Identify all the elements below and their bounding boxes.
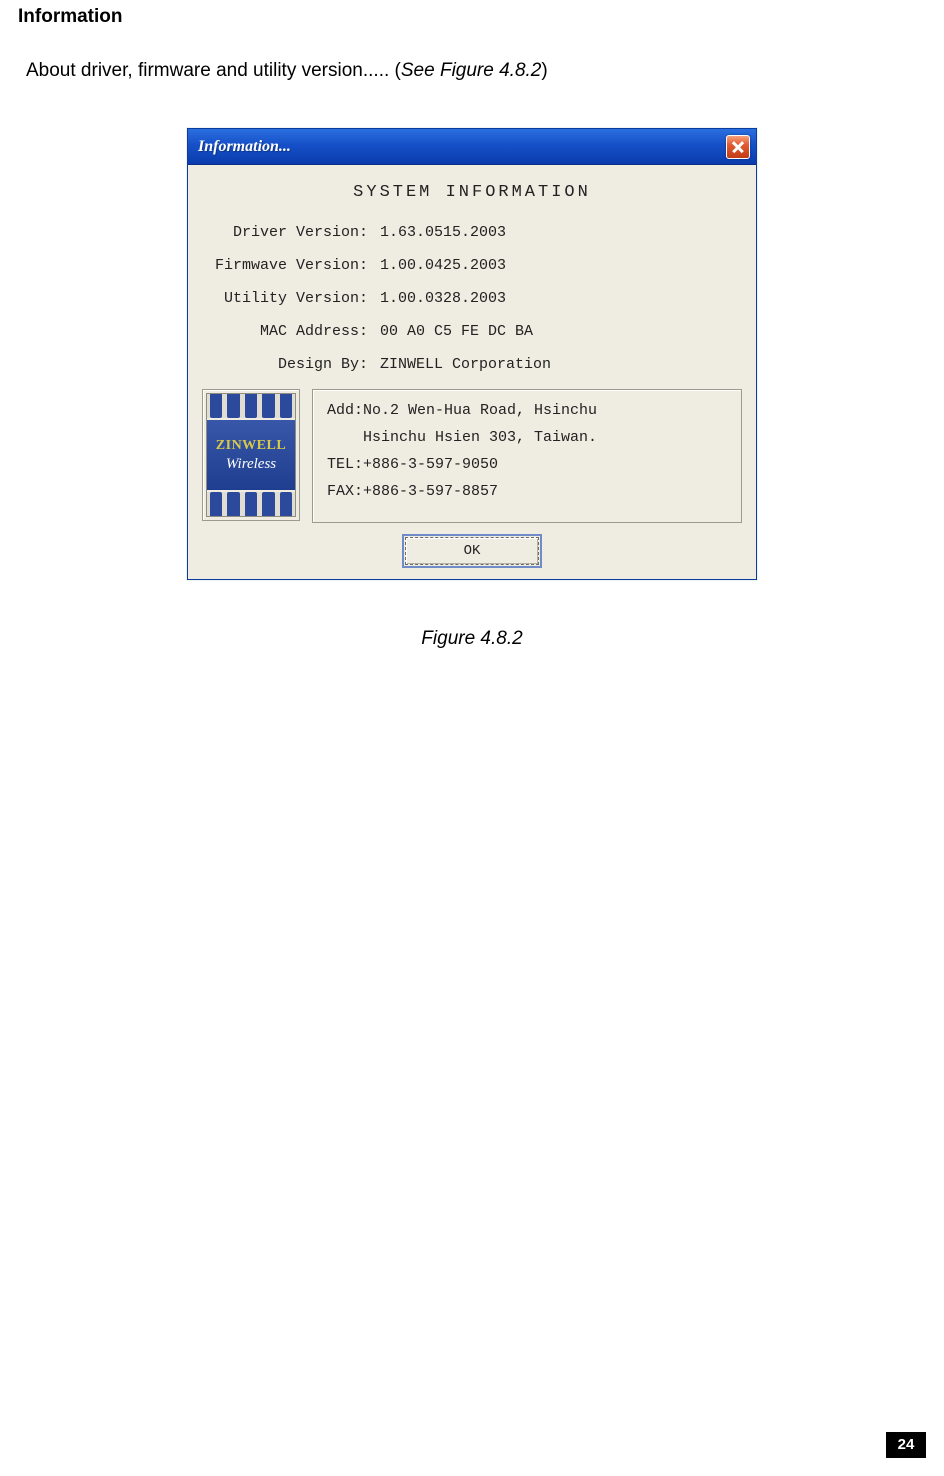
intro-prefix: About driver, firmware and utility versi…: [26, 60, 401, 81]
page-number: 24: [886, 1432, 926, 1458]
value-driver-version: 1.63.0515.2003: [380, 224, 506, 241]
dialog-titlebar: Information...: [188, 129, 756, 165]
row-design-by: Design By: ZINWELL Corporation: [202, 356, 742, 373]
ok-button[interactable]: OK: [405, 537, 539, 565]
label-mac-address: MAC Address:: [202, 323, 380, 340]
row-firmware-version: Firmwave Version: 1.00.0425.2003: [202, 257, 742, 274]
figure-caption: Figure 4.8.2: [18, 628, 926, 650]
label-design-by: Design By:: [202, 356, 380, 373]
label-driver-version: Driver Version:: [202, 224, 380, 241]
close-button[interactable]: [726, 135, 750, 159]
address-line2: Hsinchu Hsien 303, Taiwan.: [363, 429, 727, 446]
value-design-by: ZINWELL Corporation: [380, 356, 551, 373]
intro-suffix: ): [541, 60, 547, 81]
address-box: Add:No.2 Wen-Hua Road, Hsinchu Hsinchu H…: [312, 389, 742, 523]
address-line1: Add:No.2 Wen-Hua Road, Hsinchu: [327, 402, 727, 419]
label-firmware-version: Firmwave Version:: [202, 257, 380, 274]
company-logo: ZINWELL Wireless: [202, 389, 300, 521]
value-firmware-version: 1.00.0425.2003: [380, 257, 506, 274]
section-heading: Information: [18, 6, 926, 28]
row-mac-address: MAC Address: 00 A0 C5 FE DC BA: [202, 323, 742, 340]
intro-text: About driver, firmware and utility versi…: [26, 60, 926, 82]
value-mac-address: 00 A0 C5 FE DC BA: [380, 323, 533, 340]
system-information-title: SYSTEM INFORMATION: [202, 183, 742, 202]
address-fax: FAX:+886-3-597-8857: [327, 483, 727, 500]
address-tel: TEL:+886-3-597-9050: [327, 456, 727, 473]
row-utility-version: Utility Version: 1.00.0328.2003: [202, 290, 742, 307]
value-utility-version: 1.00.0328.2003: [380, 290, 506, 307]
information-dialog: Information... SYSTEM INFORMATION Driver…: [187, 128, 757, 580]
row-driver-version: Driver Version: 1.63.0515.2003: [202, 224, 742, 241]
logo-brand-text: ZINWELL: [216, 438, 286, 454]
dialog-title: Information...: [198, 138, 291, 156]
logo-tagline-text: Wireless: [226, 456, 276, 473]
intro-figure-ref: See Figure 4.8.2: [401, 60, 541, 81]
label-utility-version: Utility Version:: [202, 290, 380, 307]
